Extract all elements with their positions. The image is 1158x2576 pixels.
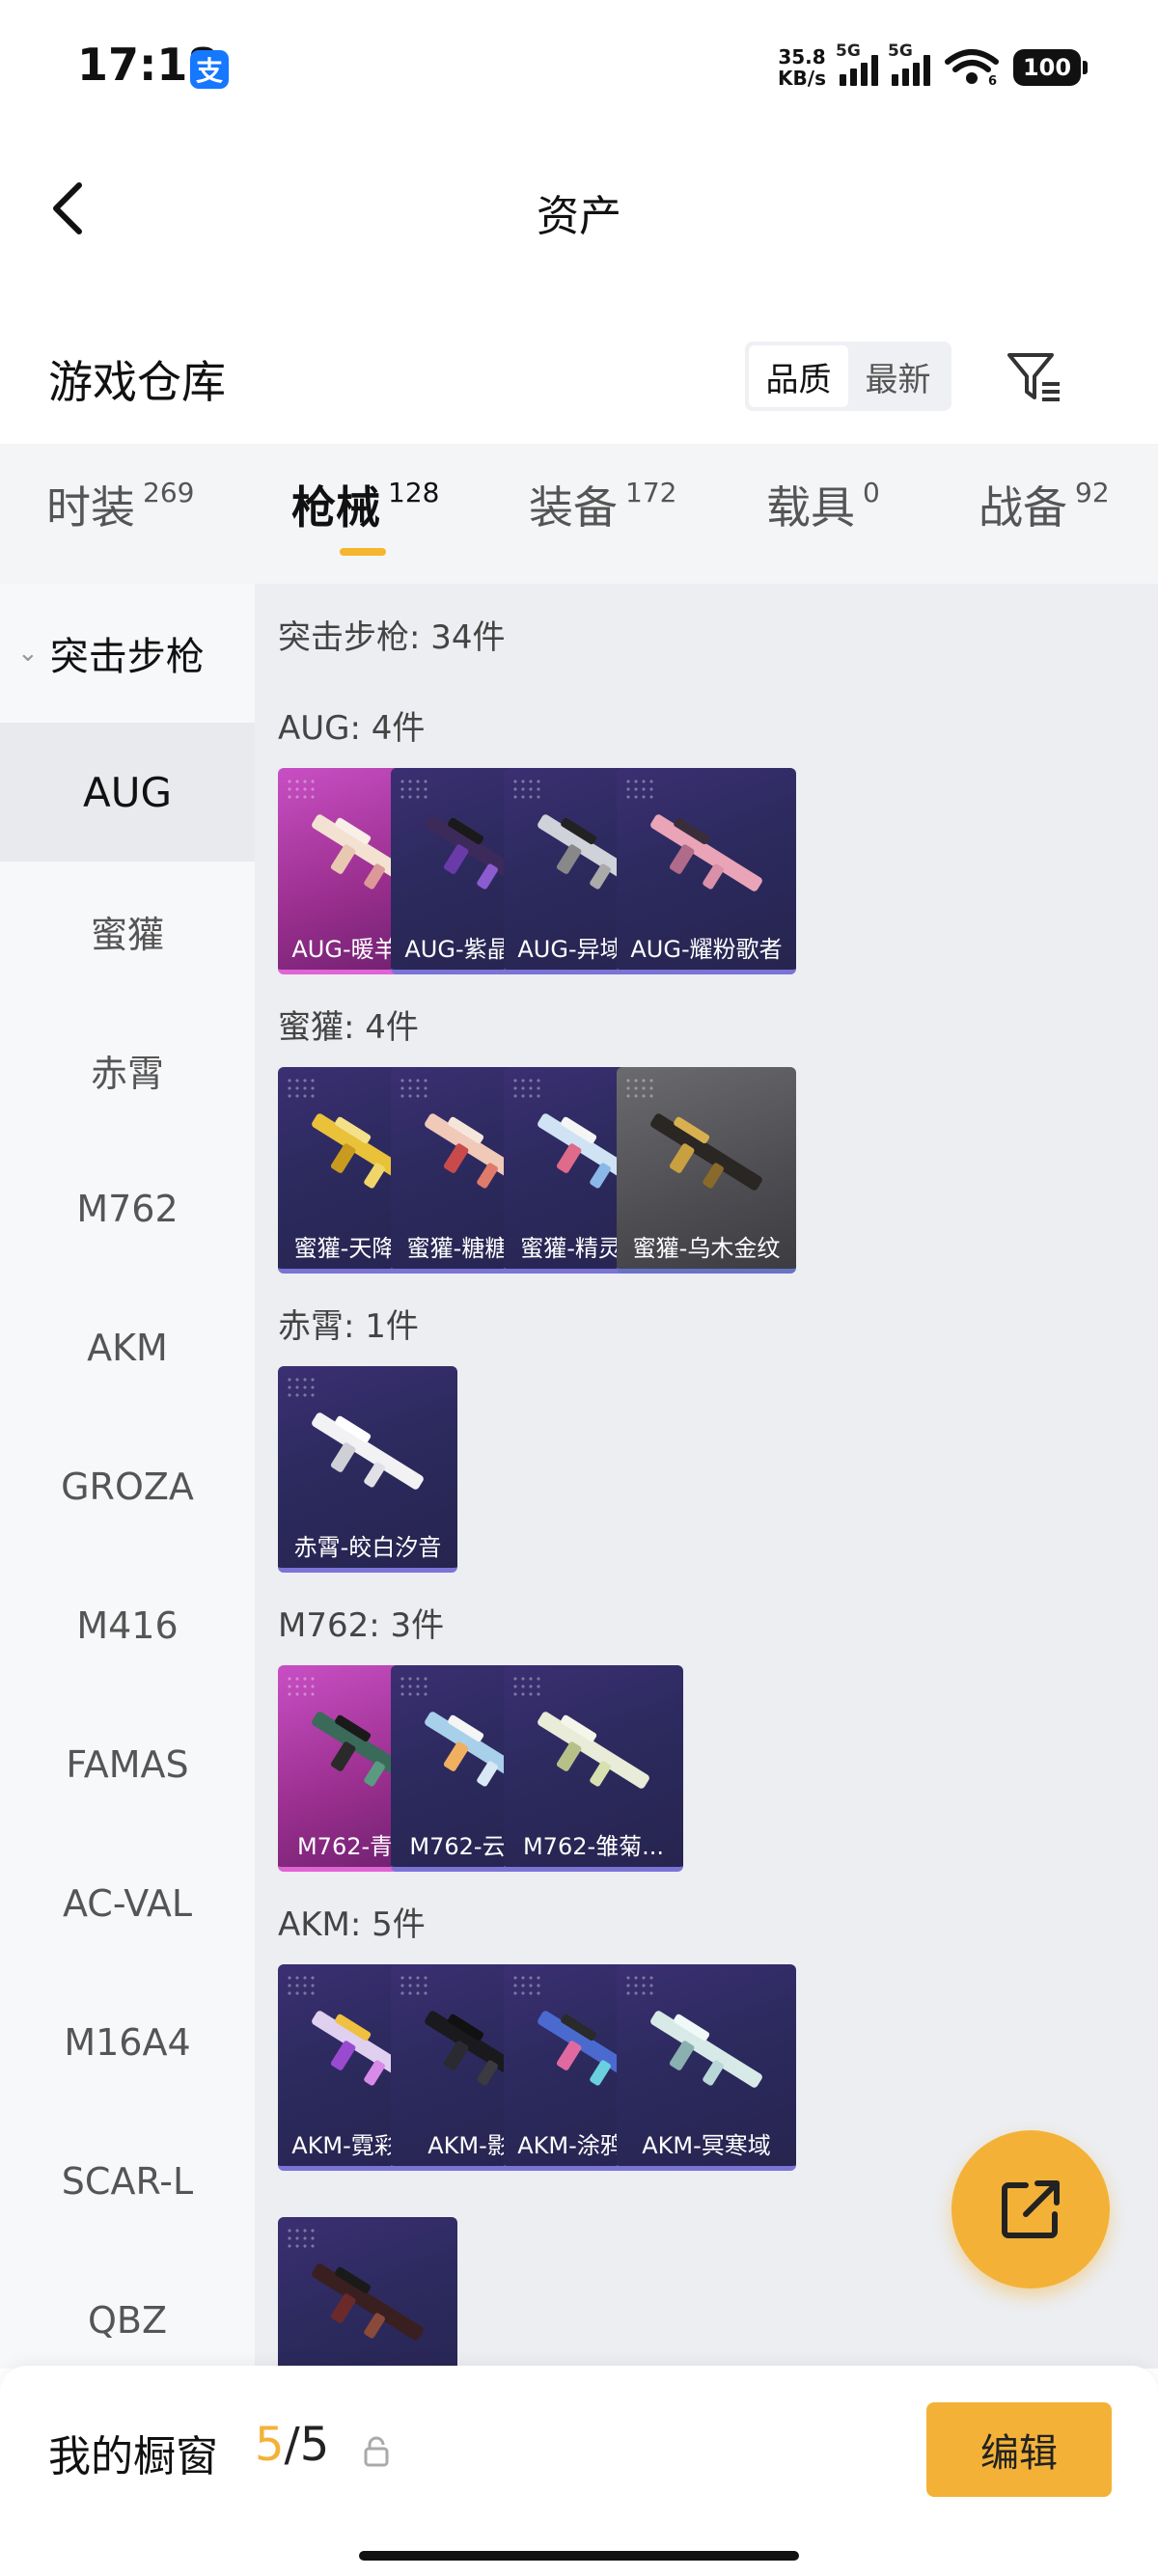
category-tabs: 时装 269 枪械 128 装备 172 载具 0 战备 92 [0, 444, 1158, 584]
signal-icon: 5G [836, 41, 878, 86]
chevron-down-icon: ⌄ [17, 639, 39, 668]
weapon-name: M762-雏菊... [522, 1833, 665, 1860]
home-indicator [359, 2551, 799, 2561]
section-header-aug: AUG: 4件 [278, 709, 426, 748]
lock-icon [364, 2436, 389, 2467]
weapon-image [312, 1412, 424, 1490]
warehouse-title: 游戏仓库 [48, 356, 226, 408]
showcase-bar: 我的橱窗 5/5 编辑 [0, 2366, 1158, 2576]
weapon-card[interactable]: 蜜獾-乌木金纹 [617, 1067, 796, 1274]
sidebar-item-groza[interactable]: GROZA [0, 1417, 255, 1556]
category-header: 突击步枪: 34件 [278, 618, 506, 657]
sidebar-item-scar-l[interactable]: SCAR-L [0, 2112, 255, 2251]
weapon-card[interactable]: AKM-冥寒域 [617, 1964, 796, 2171]
weapon-card[interactable] [278, 2217, 457, 2369]
weapon-card[interactable]: AUG-耀粉歌者 [617, 768, 796, 974]
showcase-label: 我的橱窗 [48, 2432, 218, 2481]
weapon-card[interactable]: M762-雏菊... [504, 1665, 683, 1872]
tab-guns[interactable]: 枪械 128 [291, 473, 439, 536]
weapon-card[interactable]: 赤霄-皎白汐音 [278, 1366, 457, 1573]
net-speed: 35.8 KB/s [778, 45, 826, 90]
share-button[interactable] [951, 2130, 1110, 2288]
weapon-name: 蜜獾-乌木金纹 [632, 1235, 781, 1262]
weapon-image [538, 1712, 649, 1789]
sidebar-item-qbz[interactable]: QBZ [0, 2251, 255, 2369]
sidebar-item-m762[interactable]: M762 [0, 1139, 255, 1278]
warehouse-header: 游戏仓库 品质 最新 [0, 318, 1158, 434]
weapon-name: AKM-冥寒域 [642, 2132, 771, 2159]
tab-supplies[interactable]: 战备 92 [979, 473, 1110, 536]
tab-vehicles[interactable]: 载具 0 [766, 473, 880, 536]
battery-icon: 100 [1013, 49, 1088, 86]
page: { "status_bar": { "time": "17:18", "app_… [0, 0, 1158, 2576]
sidebar-item-famas[interactable]: FAMAS [0, 1695, 255, 1834]
sidebar-category[interactable]: ⌄ 突击步枪 [0, 584, 255, 723]
alipay-icon: 支 [190, 50, 229, 89]
showcase-count: 5/5 [255, 2418, 330, 2472]
weapon-grid: 突击步枪: 34件 AUG: 4件 5级 AUG-暖羊咩咩 AUG-紫晶流影 A… [255, 584, 1158, 2369]
edit-button[interactable]: 编辑 [926, 2402, 1112, 2497]
sidebar-item-honey-badger[interactable]: 蜜獾 [0, 862, 255, 1000]
sidebar-item-chixiao[interactable]: 赤霄 [0, 1000, 255, 1139]
active-tab-indicator [340, 548, 386, 556]
sidebar-item-ac-val[interactable]: AC-VAL [0, 1834, 255, 1973]
section-header-akm: AKM: 5件 [278, 1905, 426, 1944]
weapon-sidebar: ⌄ 突击步枪 AUG 蜜獾 赤霄 M762 AKM GROZA M416 FAM… [0, 584, 255, 2369]
wifi-icon: 6 [945, 49, 999, 87]
weapon-image [650, 1113, 762, 1191]
sort-option-quality[interactable]: 品质 [749, 345, 848, 407]
weapon-image [312, 2263, 424, 2341]
page-title: 资产 [537, 192, 621, 241]
filter-icon[interactable] [1004, 345, 1065, 407]
sort-option-newest[interactable]: 最新 [848, 345, 948, 407]
section-header-chixiao: 赤霄: 1件 [278, 1307, 419, 1346]
top-nav: 资产 [0, 145, 1158, 270]
weapon-name: 赤霄-皎白汐音 [293, 1534, 442, 1561]
sidebar-item-m16a4[interactable]: M16A4 [0, 1973, 255, 2112]
sidebar-item-m416[interactable]: M416 [0, 1556, 255, 1695]
tab-fashion[interactable]: 时装 269 [46, 473, 194, 536]
sort-toggle: 品质 最新 [745, 342, 951, 411]
section-header-honey-badger: 蜜獾: 4件 [278, 1008, 419, 1047]
tab-equipment[interactable]: 装备 172 [529, 473, 676, 536]
sidebar-item-aug[interactable]: AUG [0, 723, 255, 862]
share-external-icon [1002, 2180, 1060, 2238]
signal-icon-2: 5G [888, 41, 930, 86]
section-header-m762: M762: 3件 [278, 1606, 445, 1645]
svg-text:6: 6 [988, 74, 997, 87]
weapon-name: AUG-耀粉歌者 [630, 936, 783, 963]
weapon-image [650, 2011, 762, 2088]
status-bar: 17:18 支 35.8 KB/s 5G 5G 6 100 [0, 0, 1158, 135]
status-icons: 35.8 KB/s 5G 5G 6 100 [778, 41, 1088, 93]
sidebar-item-akm[interactable]: AKM [0, 1278, 255, 1417]
weapon-image [650, 814, 762, 891]
